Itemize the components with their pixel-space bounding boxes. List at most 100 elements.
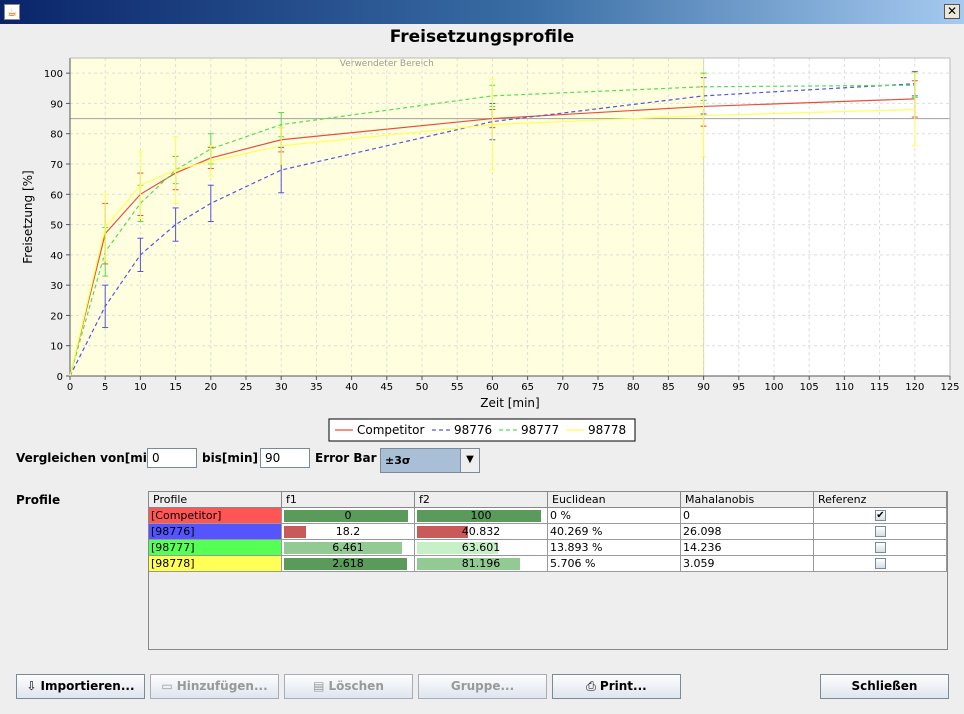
f1-cell: 2.618	[282, 556, 415, 572]
error-bar-select[interactable]: ±3σ ▼	[380, 448, 480, 473]
referenz-cell	[814, 556, 947, 572]
x-tick-label: 40	[345, 382, 358, 393]
java-icon: ☕	[4, 4, 20, 20]
x-tick-label: 60	[486, 382, 499, 393]
x-tick-label: 120	[905, 382, 924, 393]
y-tick-label: 90	[50, 99, 63, 110]
x-tick-label: 115	[870, 382, 889, 393]
f1-cell: 18.2	[282, 524, 415, 540]
col-header-euclidean[interactable]: Euclidean	[548, 492, 681, 508]
add-button[interactable]: ▭ Hinzufügen...	[150, 674, 279, 699]
compare-to-input[interactable]	[260, 448, 310, 468]
referenz-checkbox[interactable]: ✔	[875, 510, 886, 521]
euclidean-cell: 40.269 %	[548, 524, 681, 540]
legend-label: 98777	[521, 423, 559, 437]
y-tick-label: 30	[50, 281, 63, 292]
f2-cell: 40.832	[415, 524, 548, 540]
f2-cell: 81.196	[415, 556, 548, 572]
printer-icon: ⎙	[586, 679, 596, 693]
y-axis-label: Freisetzung [%]	[21, 170, 35, 263]
profile-name: [98776]	[151, 525, 195, 538]
add-button-label: Hinzufügen...	[176, 679, 268, 693]
delete-icon: ▤	[313, 679, 325, 693]
col-header-f2[interactable]: f2	[415, 492, 548, 508]
group-button[interactable]: Gruppe...	[418, 674, 547, 699]
f1-value: 6.461	[332, 541, 364, 554]
chart-svg: Verwendeter Bereich0 5 10 15 20 25 30 35 40 45 50 5…	[21, 27, 960, 442]
error-bar-value: ±3σ	[385, 454, 411, 467]
y-tick-label: 0	[57, 372, 63, 383]
y-tick-label: 50	[50, 221, 63, 232]
referenz-cell	[814, 524, 947, 540]
group-button-label: Gruppe...	[450, 679, 515, 693]
x-tick-label: 85	[662, 382, 675, 393]
legend-label: 98776	[454, 423, 492, 437]
x-tick-label: 100	[764, 382, 783, 393]
table-row[interactable]: [Competitor] 0 100 0 % 0 ✔	[149, 508, 947, 524]
euclidean-cell: 13.893 %	[548, 540, 681, 556]
mahalanobis-cell: 0	[681, 508, 814, 524]
import-button-label: Importieren...	[40, 679, 135, 693]
col-header-referenz[interactable]: Referenz	[814, 492, 947, 508]
x-tick-label: 75	[592, 382, 605, 393]
legend-label: 98778	[588, 423, 626, 437]
f2-cell: 63.601	[415, 540, 548, 556]
f2-value: 63.601	[461, 541, 501, 554]
f1-value: 0	[344, 509, 352, 522]
mahalanobis-cell: 26.098	[681, 524, 814, 540]
table-row[interactable]: [98777] 6.461 63.601 13.893 % 14.236	[149, 540, 947, 556]
x-axis-label: Zeit [min]	[480, 396, 539, 410]
table-row[interactable]: [98778] 2.618 81.196 5.706 % 3.059	[149, 556, 947, 572]
error-bar-label: Error Bar	[315, 451, 377, 465]
x-tick-label: 15	[169, 382, 182, 393]
release-profile-chart: Verwendeter Bereich 0 5 10 15 20 25 30 35 40 45 50 5…	[4, 24, 960, 442]
profile-cell: [98776]	[149, 524, 282, 540]
f2-value: 100	[470, 509, 492, 522]
x-tick-label: 30	[275, 382, 288, 393]
referenz-checkbox[interactable]	[875, 542, 886, 553]
y-tick-label: 100	[44, 69, 63, 80]
print-button-label: Print...	[599, 679, 647, 693]
y-tick-label: 60	[50, 190, 63, 201]
chevron-down-icon[interactable]: ▼	[460, 449, 479, 472]
col-header-mahalanobis[interactable]: Mahalanobis	[681, 492, 814, 508]
y-tick-label: 80	[50, 130, 63, 141]
x-tick-label: 35	[310, 382, 323, 393]
x-tick-label: 80	[627, 382, 640, 393]
delete-button[interactable]: ▤ Löschen	[284, 674, 413, 699]
x-tick-label: 45	[380, 382, 393, 393]
profiles-label: Profile	[16, 493, 61, 507]
import-button[interactable]: ⇩ Importieren...	[16, 674, 145, 699]
compare-from-input[interactable]	[147, 448, 197, 468]
chart-title: Freisetzungsprofile	[390, 27, 575, 47]
print-button[interactable]: ⎙ Print...	[552, 674, 681, 699]
close-button[interactable]: Schließen	[820, 674, 949, 699]
referenz-checkbox[interactable]	[875, 526, 886, 537]
profile-name: [98778]	[151, 557, 195, 570]
x-tick-label: 5	[102, 382, 108, 393]
x-tick-label: 50	[416, 382, 429, 393]
profile-cell: [98778]	[149, 556, 282, 572]
col-header-profile[interactable]: Profile	[149, 492, 282, 508]
table-header: Profile f1 f2 Euclidean Mahalanobis Refe…	[149, 492, 947, 508]
legend-label: Competitor	[357, 423, 424, 437]
col-header-f1[interactable]: f1	[282, 492, 415, 508]
y-tick-label: 10	[50, 342, 63, 353]
euclidean-cell: 5.706 %	[548, 556, 681, 572]
y-tick-label: 70	[50, 160, 63, 171]
x-tick-label: 10	[134, 382, 147, 393]
compare-to-label: bis[min]	[202, 451, 258, 465]
x-tick-label: 65	[521, 382, 534, 393]
x-tick-label: 0	[67, 382, 73, 393]
delete-button-label: Löschen	[328, 679, 384, 693]
y-tick-label: 40	[50, 251, 63, 262]
profile-cell: [Competitor]	[149, 508, 282, 524]
referenz-checkbox[interactable]	[875, 558, 886, 569]
referenz-cell: ✔	[814, 508, 947, 524]
f1-cell: 6.461	[282, 540, 415, 556]
close-window-button[interactable]: ✕	[944, 4, 960, 19]
mahalanobis-cell: 3.059	[681, 556, 814, 572]
title-bar: ☕ ✕	[0, 0, 964, 24]
x-tick-label: 125	[940, 382, 959, 393]
table-row[interactable]: [98776] 18.2 40.832 40.269 % 26.098	[149, 524, 947, 540]
